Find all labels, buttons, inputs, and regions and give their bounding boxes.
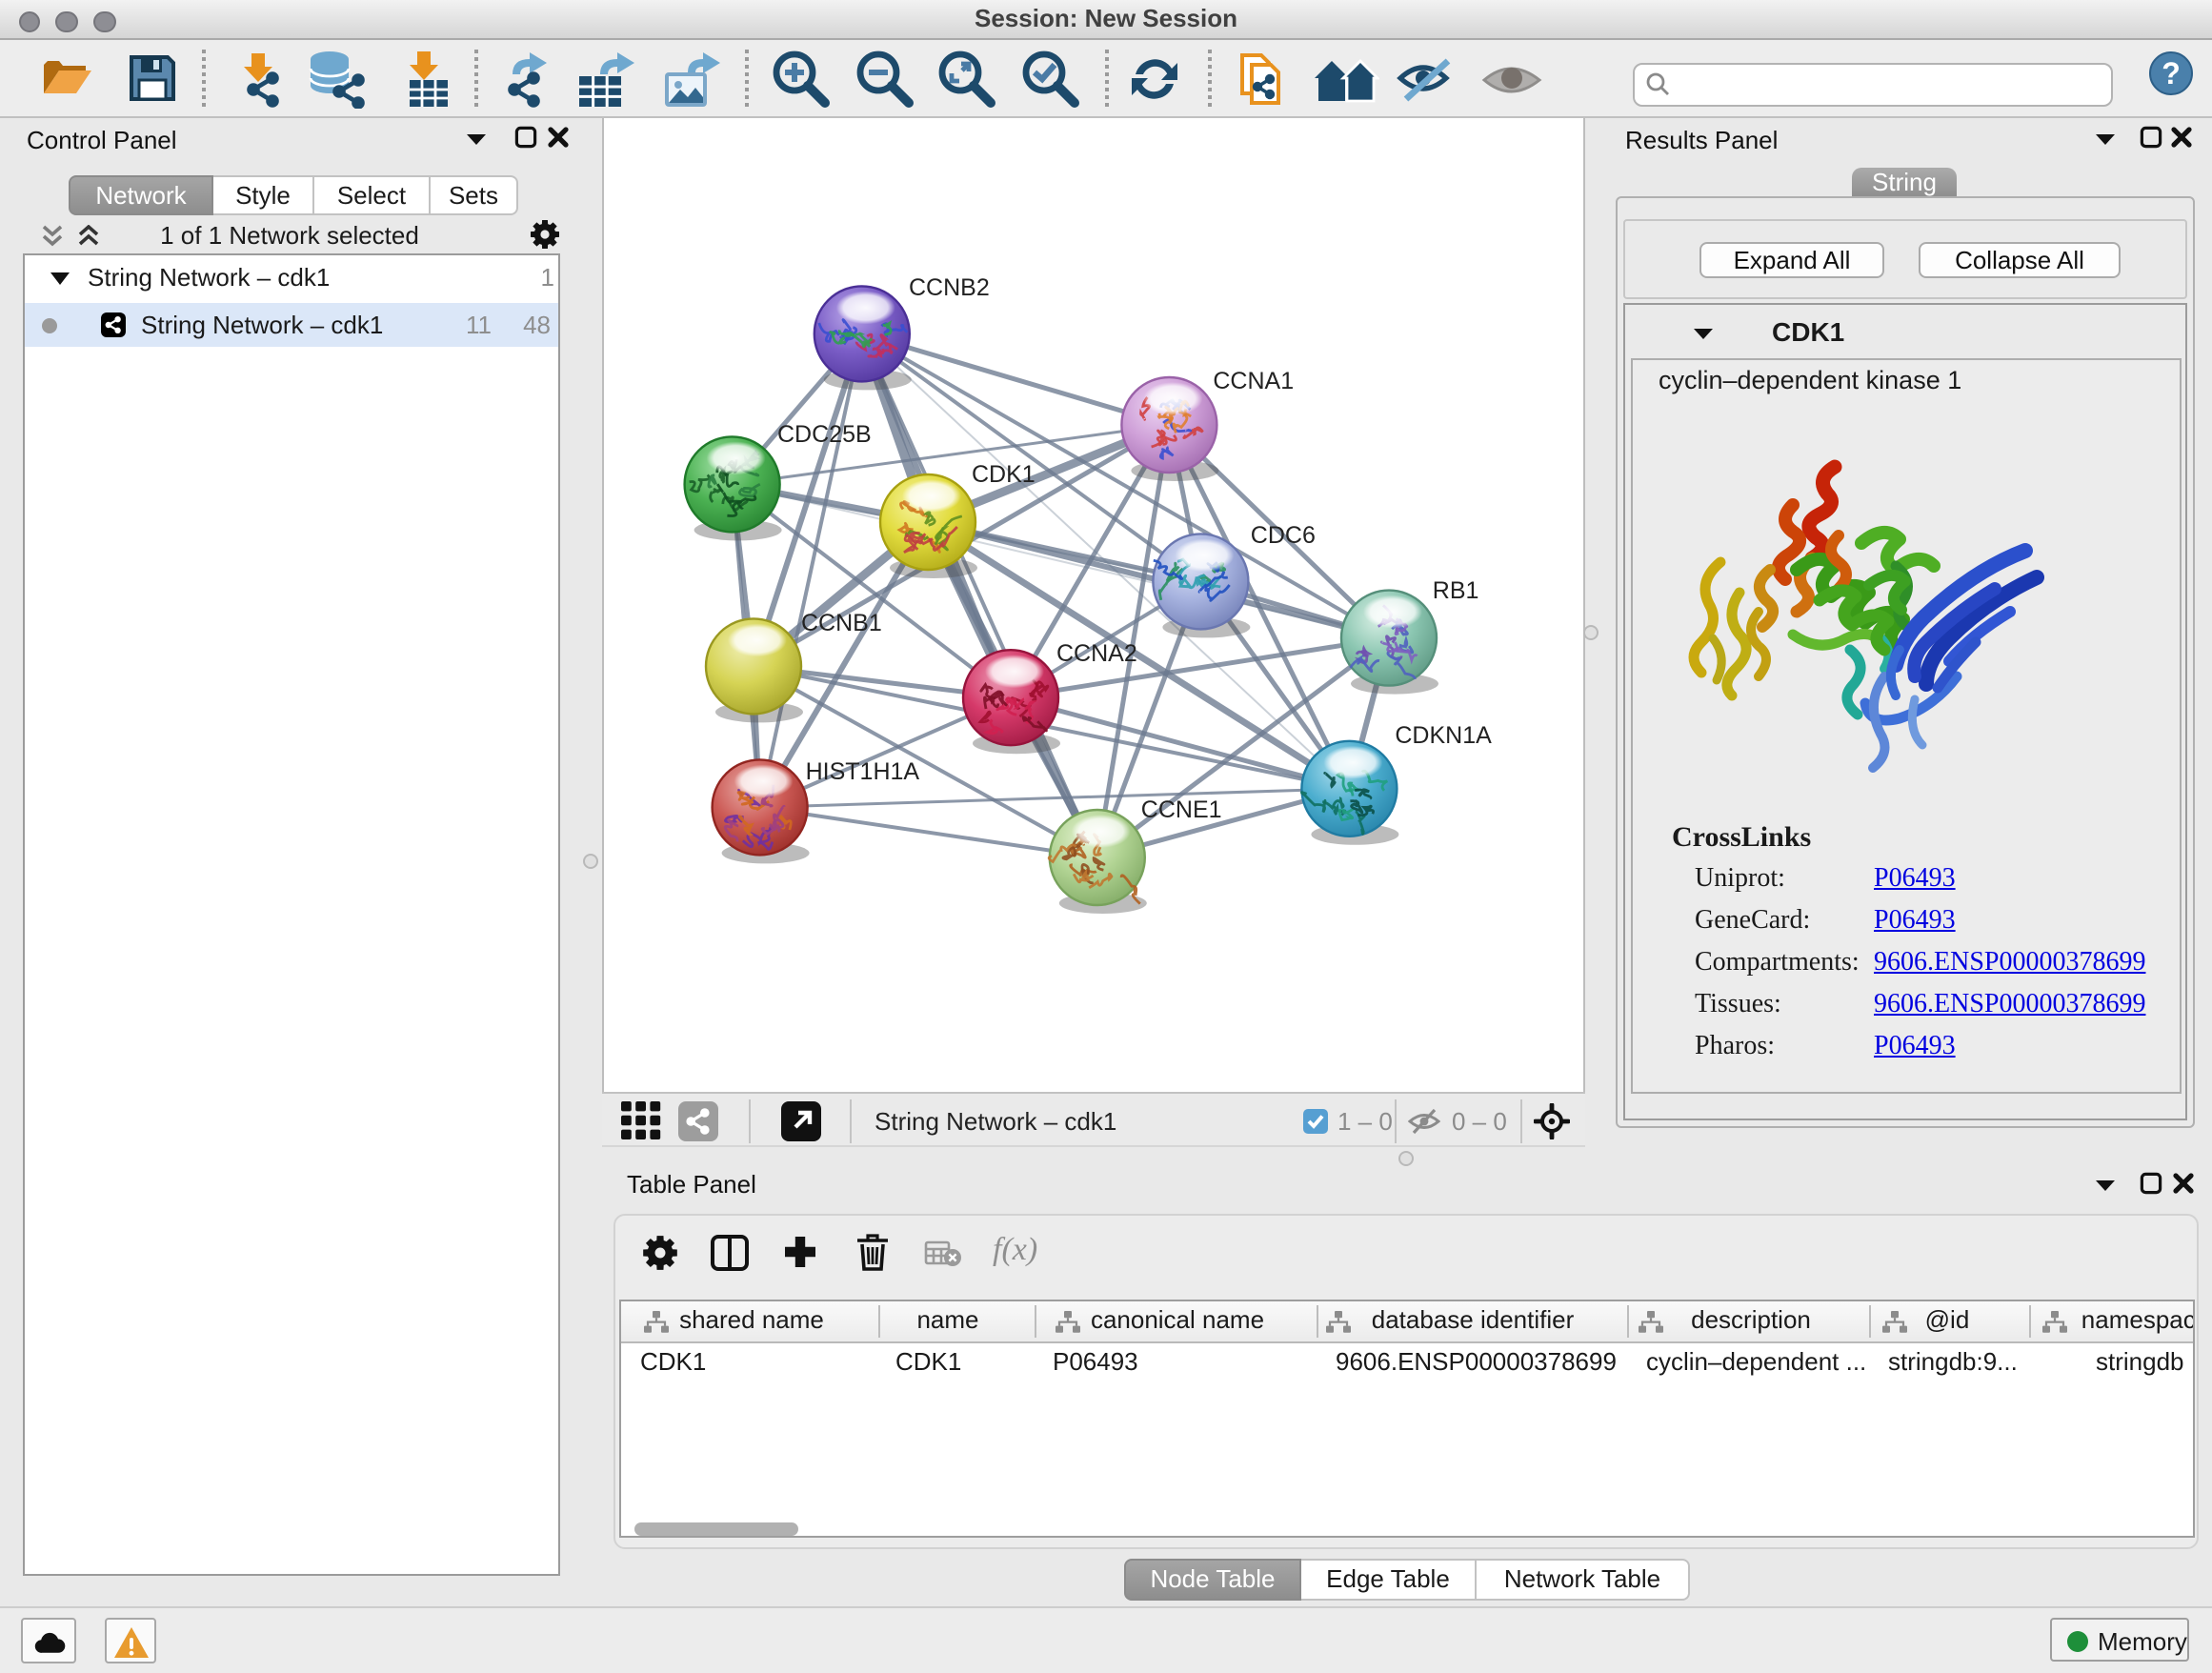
svg-text:?: ?: [2162, 56, 2181, 91]
